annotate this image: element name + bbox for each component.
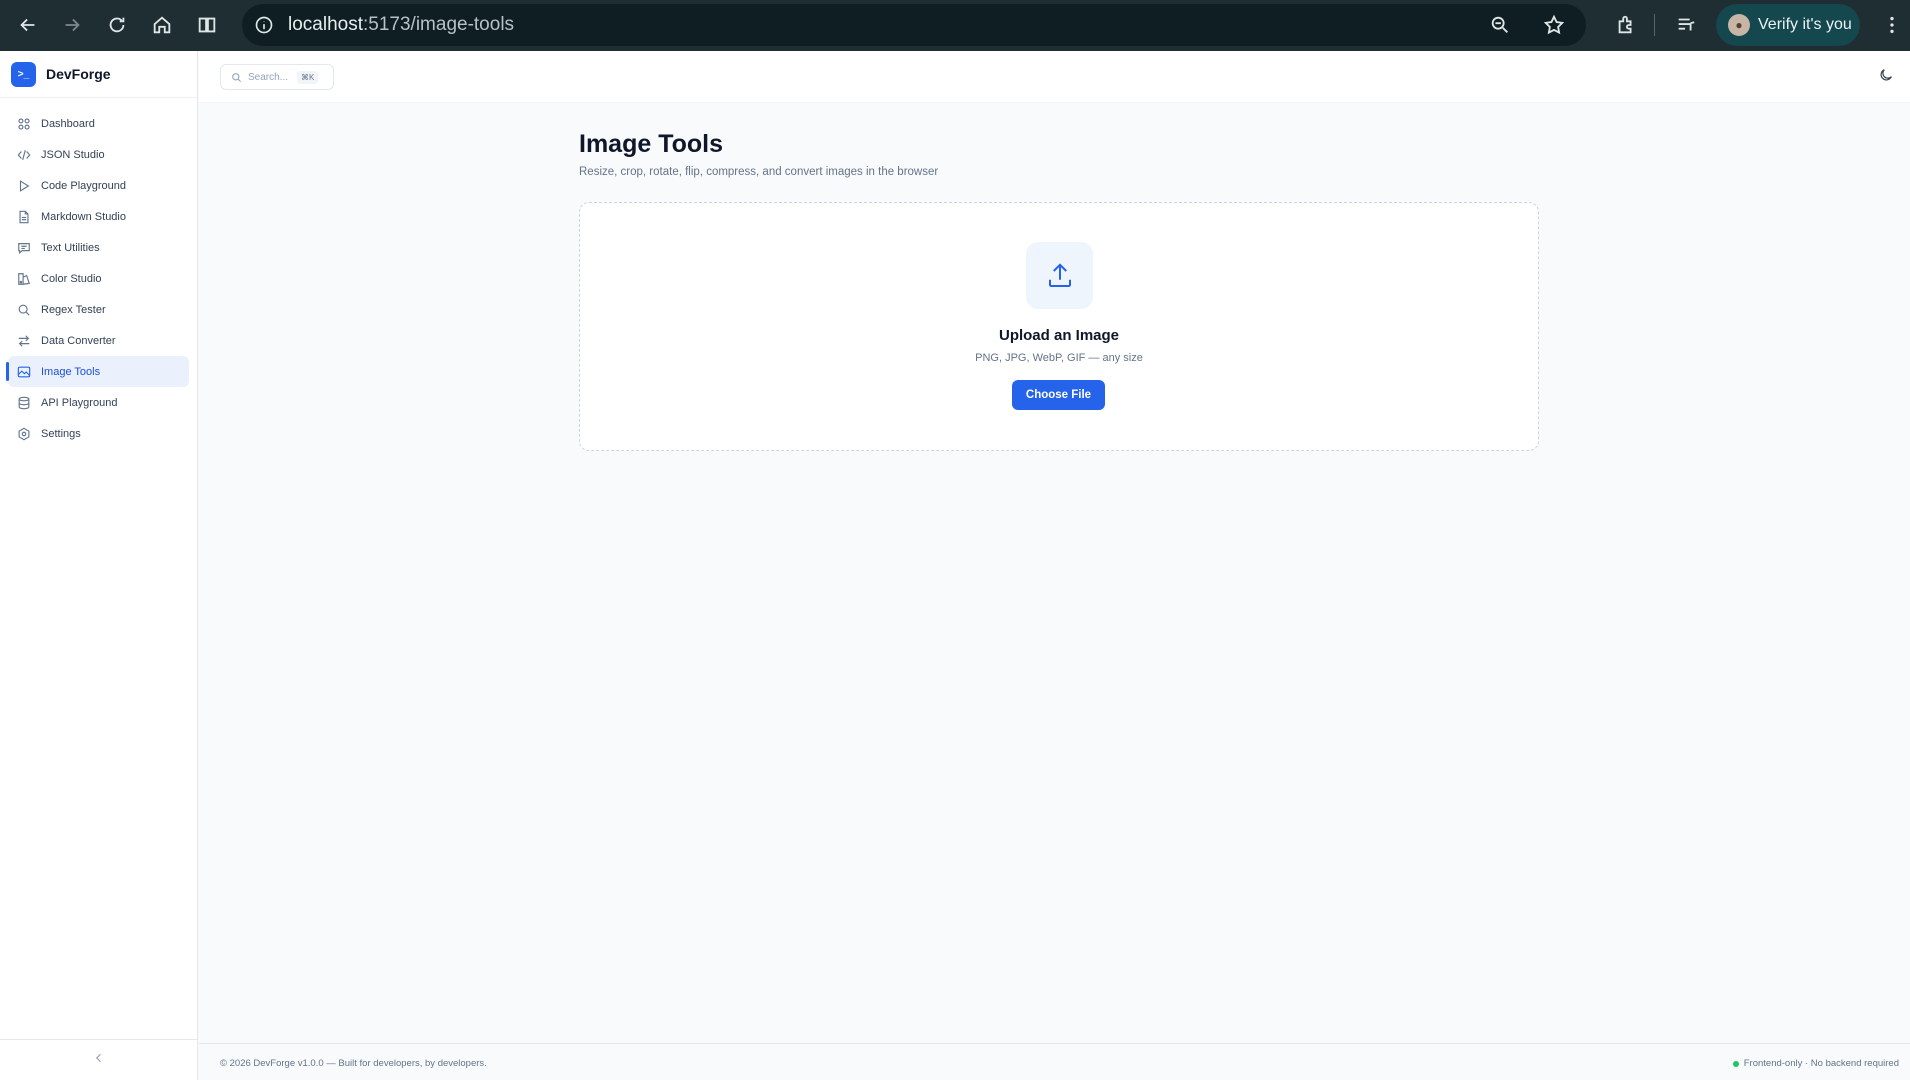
sidebar-item-json-studio[interactable]: JSON Studio [8,139,189,170]
back-icon[interactable] [6,3,50,47]
footer-copyright: © 2026 DevForge v1.0.0 — Built for devel… [220,1058,487,1069]
sidebar-item-label: Dashboard [41,117,95,130]
sidebar-item-label: Markdown Studio [41,210,126,223]
sidebar-item-label: Settings [41,427,81,440]
chevron-left-icon [93,1051,105,1069]
sidebar-item-label: Text Utilities [41,241,100,254]
sidebar-item-regex-tester[interactable]: Regex Tester [8,294,189,325]
brand[interactable]: >_ DevForge [0,51,197,98]
sidebar-item-label: Color Studio [41,272,102,285]
forward-icon[interactable] [50,3,94,47]
browser-toolbar: localhost:5173/image-tools ● Verify it's… [0,0,1910,51]
sidebar-item-image-tools[interactable]: Image Tools [6,356,189,387]
top-bar: Search... ⌘K [199,51,1910,103]
site-info-icon[interactable] [246,7,282,43]
sidebar-item-settings[interactable]: Settings [8,418,189,449]
image-icon [16,364,31,379]
address-bar[interactable]: localhost:5173/image-tools [242,4,1586,46]
sidebar-item-label: Data Converter [41,334,116,347]
upload-formats: PNG, JPG, WebP, GIF — any size [975,352,1143,364]
toolbar-separator [1654,14,1655,36]
search-placeholder: Search... [248,71,289,83]
split-view-icon[interactable] [185,3,229,47]
upload-dropzone[interactable]: Upload an Image PNG, JPG, WebP, GIF — an… [579,202,1539,451]
sidebar-item-label: JSON Studio [41,148,105,161]
choose-file-button[interactable]: Choose File [1012,380,1105,410]
profile-button[interactable]: ● Verify it's you [1716,4,1860,46]
page-subtitle: Resize, crop, rotate, flip, compress, an… [579,166,939,178]
sidebar-item-label: Code Playground [41,179,127,192]
bookmark-star-icon[interactable] [1532,3,1576,47]
reload-icon[interactable] [95,3,139,47]
sidebar: >_ DevForge Dashboard JSON Studio Code P… [0,51,198,1080]
upload-icon [1026,242,1093,309]
file-icon [16,209,31,224]
play-icon [16,178,31,193]
footer-status-text: Frontend-only · No backend required [1743,1058,1899,1069]
zoom-icon[interactable] [1478,3,1522,47]
collapse-sidebar-button[interactable] [0,1039,198,1080]
url-path: :5173/image-tools [363,14,515,35]
sidebar-item-dashboard[interactable]: Dashboard [8,108,189,139]
search-shortcut-badge: ⌘K [297,70,319,84]
upload-title: Upload an Image [998,327,1120,344]
search-icon [16,302,31,317]
sidebar-item-label: Regex Tester [41,303,106,316]
url-host: localhost [288,14,363,35]
menu-icon[interactable] [1870,3,1910,47]
sidebar-item-text-utilities[interactable]: Text Utilities [8,232,189,263]
database-icon [16,395,31,410]
search-icon [231,72,242,83]
media-icon[interactable] [1664,3,1708,47]
footer: © 2026 DevForge v1.0.0 — Built for devel… [199,1043,1910,1080]
brand-name: DevForge [46,66,111,82]
sidebar-item-markdown-studio[interactable]: Markdown Studio [8,201,189,232]
url-text[interactable]: localhost:5173/image-tools [288,14,514,36]
footer-status: Frontend-only · No backend required [1732,1058,1899,1069]
gear-icon [16,426,31,441]
status-dot [1732,1060,1739,1067]
extensions-icon[interactable] [1604,3,1648,47]
message-icon [16,240,31,255]
sidebar-item-color-studio[interactable]: Color Studio [8,263,189,294]
sidebar-item-code-playground[interactable]: Code Playground [8,170,189,201]
avatar: ● [1728,14,1750,36]
sidebar-nav: Dashboard JSON Studio Code Playground Ma… [0,98,197,449]
logo-icon: >_ [11,61,36,87]
sidebar-item-label: Image Tools [41,365,101,378]
profile-label: Verify it's you [1758,16,1852,33]
search-input[interactable]: Search... ⌘K [220,64,334,90]
sidebar-item-label: API Playground [41,396,118,409]
code-icon [16,147,31,162]
sidebar-item-data-converter[interactable]: Data Converter [8,325,189,356]
sidebar-item-api-playground[interactable]: API Playground [8,387,189,418]
home-icon[interactable] [140,3,184,47]
moon-icon [1878,69,1894,87]
page-title: Image Tools [579,130,724,158]
grid-icon [16,116,31,131]
arrows-icon [16,333,31,348]
swatch-icon [16,271,31,286]
main-content: Image Tools Resize, crop, rotate, flip, … [199,103,1910,1043]
theme-toggle-button[interactable] [1878,67,1894,88]
